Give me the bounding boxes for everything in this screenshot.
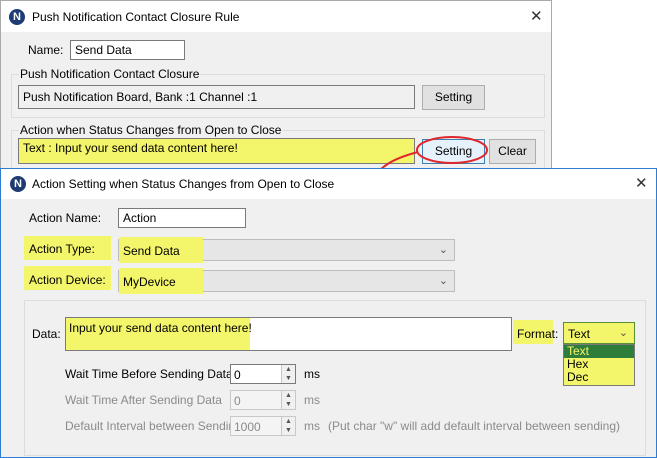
format-options-list: Text Hex Dec bbox=[563, 344, 635, 386]
wait-before-stepper[interactable]: 0 ▲ ▼ bbox=[230, 364, 296, 384]
action-device-value: MyDevice bbox=[123, 275, 176, 289]
action-window-titlebar: N Action Setting when Status Changes fro… bbox=[1, 169, 656, 199]
spinner-arrows-icon[interactable]: ▲ ▼ bbox=[281, 417, 295, 435]
data-input[interactable]: Input your send data content here! bbox=[65, 317, 512, 351]
annotation-circle bbox=[416, 136, 488, 164]
action-type-select[interactable]: Send Data ⌄ bbox=[118, 237, 455, 263]
wait-before-label: Wait Time Before Sending Data bbox=[65, 367, 233, 381]
interval-note: (Put char "w" will add default interval … bbox=[328, 419, 621, 433]
chevron-down-icon: ⌄ bbox=[618, 327, 628, 339]
wait-after-label: Wait Time After Sending Data bbox=[65, 393, 222, 407]
action-device-select[interactable]: MyDevice ⌄ bbox=[118, 268, 455, 294]
action-type-label: Action Type: bbox=[29, 242, 95, 256]
action-name-label: Action Name: bbox=[29, 211, 102, 225]
data-label: Data: bbox=[32, 327, 61, 341]
app-logo-icon: N bbox=[10, 176, 26, 192]
chevron-down-icon: ⌄ bbox=[438, 275, 448, 287]
format-option-dec[interactable]: Dec bbox=[564, 371, 634, 384]
data-input-value: Input your send data content here! bbox=[69, 321, 252, 335]
wait-after-unit: ms bbox=[304, 393, 320, 407]
spinner-arrows-icon[interactable]: ▲ ▼ bbox=[281, 391, 295, 409]
action-device-label: Action Device: bbox=[29, 273, 106, 287]
format-select[interactable]: Text ⌄ bbox=[563, 322, 635, 344]
wait-before-unit: ms bbox=[304, 367, 320, 381]
default-interval-label: Default Interval between Sending bbox=[65, 419, 242, 433]
action-window-title: Action Setting when Status Changes from … bbox=[32, 177, 335, 191]
chevron-down-icon: ⌄ bbox=[438, 244, 448, 256]
format-value: Text bbox=[568, 327, 591, 341]
format-label: Format: bbox=[517, 327, 559, 341]
wait-before-value: 0 bbox=[234, 368, 241, 382]
action-name-input[interactable]: Action bbox=[118, 208, 246, 228]
spinner-arrows-icon[interactable]: ▲ ▼ bbox=[281, 365, 295, 383]
action-setting-window: N Action Setting when Status Changes fro… bbox=[0, 168, 657, 458]
wait-after-value: 0 bbox=[234, 394, 241, 408]
default-interval-unit: ms bbox=[304, 419, 320, 433]
action-type-value: Send Data bbox=[123, 244, 180, 258]
close-icon[interactable]: ✕ bbox=[635, 176, 648, 191]
wait-after-stepper[interactable]: 0 ▲ ▼ bbox=[230, 390, 296, 410]
default-interval-stepper[interactable]: 1000 ▲ ▼ bbox=[230, 416, 296, 436]
default-interval-value: 1000 bbox=[234, 420, 261, 434]
